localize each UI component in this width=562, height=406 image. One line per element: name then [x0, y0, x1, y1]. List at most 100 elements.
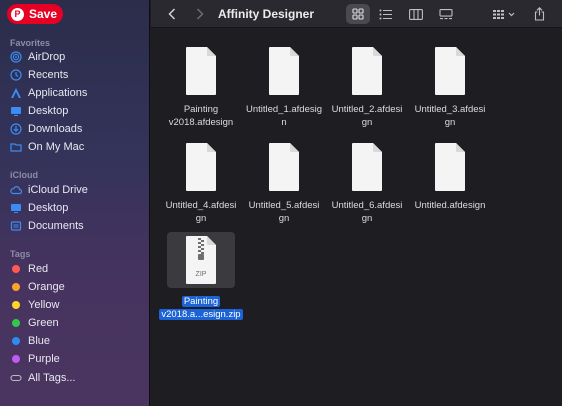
- purple-tag-dot-icon: [12, 355, 20, 363]
- window-title: Affinity Designer: [218, 7, 315, 21]
- sidebar-item-label: Desktop: [28, 105, 69, 117]
- sidebar-item-airdrop[interactable]: AirDrop: [10, 49, 145, 65]
- sidebar-item-label: Downloads: [28, 123, 83, 135]
- sidebar: P Save Favorites AirDrop Recents Applica…: [0, 0, 150, 406]
- group-grid-chevron-icon: [493, 9, 515, 19]
- list-view-button[interactable]: [374, 4, 396, 24]
- file-name: Painting v2018.afdesign: [168, 104, 234, 128]
- sidebar-item-applications[interactable]: Applications: [10, 85, 145, 101]
- sidebar-item-label: Orange: [28, 281, 65, 293]
- sidebar-item-documents[interactable]: Documents: [10, 218, 145, 234]
- file-item-selected[interactable]: ZIP Painting v2018.a...esign.zip: [159, 232, 243, 321]
- sidebar-item-desktop[interactable]: Desktop: [10, 103, 145, 119]
- tags-header: Tags: [10, 249, 31, 259]
- document-file-icon: [264, 142, 304, 192]
- document-file-icon: [181, 142, 221, 192]
- file-item[interactable]: Untitled_4.afdesi gn: [159, 142, 243, 225]
- sidebar-item-label: All Tags...: [28, 372, 76, 384]
- cloud-icon: [10, 184, 22, 196]
- airdrop-icon: [10, 51, 22, 63]
- chevron-right-icon: [196, 8, 204, 20]
- green-tag-dot-icon: [12, 319, 20, 327]
- file-item[interactable]: Untitled_2.afdesi gn: [325, 46, 409, 129]
- sidebar-item-label: Documents: [28, 220, 84, 232]
- clock-icon: [10, 69, 22, 81]
- sidebar-tag-yellow[interactable]: Yellow: [10, 297, 145, 313]
- icon-view-button[interactable]: [346, 4, 370, 24]
- back-button[interactable]: [165, 4, 179, 24]
- file-name: Untitled_3.afdesi gn: [414, 104, 486, 128]
- forward-button[interactable]: [193, 4, 207, 24]
- sidebar-tag-green[interactable]: Green: [10, 315, 145, 331]
- file-item[interactable]: Painting v2018.afdesign: [159, 46, 243, 129]
- sidebar-tag-red[interactable]: Red: [10, 261, 145, 277]
- document-file-icon: [181, 46, 221, 96]
- zip-file-icon: ZIP: [181, 235, 221, 285]
- sidebar-item-label: Yellow: [28, 299, 60, 311]
- document-file-icon: [430, 142, 470, 192]
- sidebar-item-icloud-drive[interactable]: iCloud Drive: [10, 182, 145, 198]
- selection-highlight: ZIP: [167, 232, 235, 288]
- sidebar-item-label: Applications: [28, 87, 88, 99]
- pinterest-icon: P: [11, 7, 24, 21]
- file-name: Untitled_2.afdesi gn: [331, 104, 403, 128]
- save-label: Save: [29, 7, 58, 21]
- file-name: Untitled_6.afdesi gn: [331, 200, 403, 224]
- file-name: Untitled_5.afdesi gn: [248, 200, 320, 224]
- desktop-icon: [10, 105, 22, 117]
- gallery-view-icon: [439, 8, 453, 19]
- file-name: Untitled.afdesign: [414, 200, 486, 211]
- sidebar-item-label: Green: [28, 317, 59, 329]
- share-button[interactable]: [530, 4, 548, 24]
- list-view-icon: [379, 9, 392, 19]
- favorites-header: Favorites: [10, 38, 51, 48]
- file-name: Untitled_1.afdesig n: [245, 104, 323, 128]
- sidebar-tag-purple[interactable]: Purple: [10, 351, 145, 367]
- zip-badge: ZIP: [196, 271, 207, 278]
- sidebar-item-label: Red: [28, 263, 49, 275]
- share-icon: [534, 7, 544, 21]
- chevron-left-icon: [168, 8, 176, 20]
- toolbar: Affinity Designer: [151, 0, 562, 28]
- blue-tag-dot-icon: [12, 337, 20, 345]
- document-file-icon: [347, 46, 387, 96]
- grid-view-icon: [352, 8, 364, 20]
- file-item[interactable]: Untitled_3.afdesi gn: [408, 46, 492, 129]
- sidebar-item-label: On My Mac: [28, 141, 85, 153]
- column-view-icon: [409, 8, 423, 20]
- document-file-icon: [347, 142, 387, 192]
- selected-file-name: Painting v2018.a...esign.zip: [159, 296, 243, 320]
- sidebar-all-tags[interactable]: All Tags...: [10, 370, 145, 386]
- sidebar-item-downloads[interactable]: Downloads: [10, 121, 145, 137]
- sidebar-item-icloud-desktop[interactable]: Desktop: [10, 200, 145, 216]
- file-item[interactable]: Untitled_1.afdesig n: [242, 46, 326, 129]
- applications-icon: [10, 87, 22, 99]
- sidebar-item-label: Recents: [28, 69, 69, 81]
- sidebar-tag-orange[interactable]: Orange: [10, 279, 145, 295]
- file-item[interactable]: Untitled_6.afdesi gn: [325, 142, 409, 225]
- sidebar-item-label: iCloud Drive: [28, 184, 88, 196]
- icloud-header: iCloud: [10, 170, 38, 180]
- document-file-icon: [264, 46, 304, 96]
- downloads-icon: [10, 123, 22, 135]
- file-item[interactable]: Untitled.afdesign: [408, 142, 492, 212]
- document-file-icon: [430, 46, 470, 96]
- sidebar-item-on-my-mac[interactable]: On My Mac: [10, 139, 145, 155]
- sidebar-item-label: Purple: [28, 353, 60, 365]
- file-grid: Painting v2018.afdesign Untitled_1.afdesi…: [151, 29, 562, 406]
- file-item[interactable]: Untitled_5.afdesi gn: [242, 142, 326, 225]
- sidebar-item-label: Desktop: [28, 202, 69, 214]
- yellow-tag-dot-icon: [12, 301, 20, 309]
- desktop-icon: [10, 202, 22, 214]
- group-by-button[interactable]: [489, 4, 519, 24]
- column-view-button[interactable]: [405, 4, 427, 24]
- sidebar-item-recents[interactable]: Recents: [10, 67, 145, 83]
- pinterest-save-button[interactable]: P Save: [7, 4, 63, 24]
- red-tag-dot-icon: [12, 265, 20, 273]
- sidebar-tag-blue[interactable]: Blue: [10, 333, 145, 349]
- gallery-view-button[interactable]: [435, 4, 457, 24]
- document-icon: [10, 220, 22, 232]
- sidebar-item-label: AirDrop: [28, 51, 66, 63]
- sidebar-item-label: Blue: [28, 335, 51, 347]
- folder-icon: [10, 141, 22, 153]
